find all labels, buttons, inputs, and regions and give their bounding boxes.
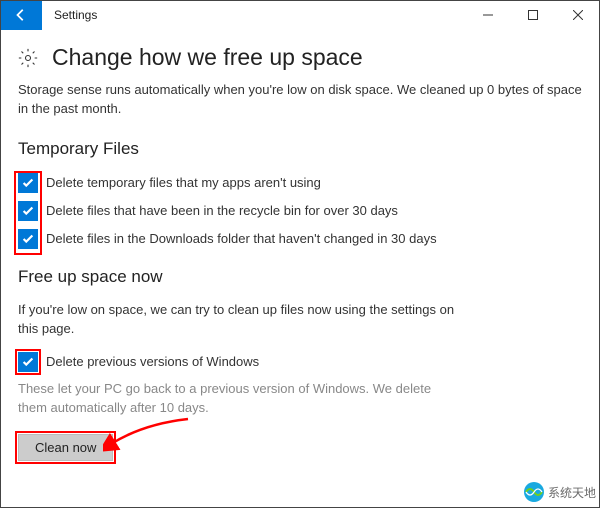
checkbox-downloads-label: Delete files in the Downloads folder tha… bbox=[46, 229, 437, 248]
content-area: Change how we free up space Storage sens… bbox=[0, 30, 600, 461]
watermark: 系统天地 bbox=[522, 480, 596, 504]
checkbox-previous-windows-box[interactable] bbox=[18, 352, 38, 372]
checkbox-recycle-bin: Delete files that have been in the recyc… bbox=[18, 201, 448, 221]
page-header: Change how we free up space bbox=[18, 44, 582, 71]
watermark-text: 系统天地 bbox=[548, 484, 596, 501]
minimize-button[interactable] bbox=[465, 0, 510, 30]
close-button[interactable] bbox=[555, 0, 600, 30]
checkbox-previous-windows-label: Delete previous versions of Windows bbox=[46, 352, 259, 371]
temporary-files-title: Temporary Files bbox=[18, 139, 582, 159]
checkbox-downloads-box[interactable] bbox=[18, 229, 38, 249]
annotation-arrow bbox=[103, 414, 193, 459]
window-title: Settings bbox=[42, 0, 465, 30]
checkbox-recycle-bin-label: Delete files that have been in the recyc… bbox=[46, 201, 398, 220]
checkbox-temp-apps-label: Delete temporary files that my apps aren… bbox=[46, 173, 321, 192]
page-title: Change how we free up space bbox=[52, 44, 363, 71]
checkbox-temp-apps-box[interactable] bbox=[18, 173, 38, 193]
previous-windows-hint: These let your PC go back to a previous … bbox=[18, 380, 458, 418]
back-button[interactable] bbox=[0, 0, 42, 30]
free-up-now-description: If you're low on space, we can try to cl… bbox=[18, 301, 458, 339]
checkbox-downloads: Delete files in the Downloads folder tha… bbox=[18, 229, 448, 249]
gear-icon bbox=[18, 48, 38, 68]
clean-now-button[interactable]: Clean now bbox=[18, 434, 113, 461]
checkbox-recycle-bin-box[interactable] bbox=[18, 201, 38, 221]
maximize-button[interactable] bbox=[510, 0, 555, 30]
temporary-files-section: Delete temporary files that my apps aren… bbox=[18, 173, 582, 249]
titlebar: Settings bbox=[0, 0, 600, 30]
checkbox-temp-apps: Delete temporary files that my apps aren… bbox=[18, 173, 448, 193]
checkbox-previous-windows: Delete previous versions of Windows bbox=[18, 352, 448, 372]
window-controls bbox=[465, 0, 600, 30]
free-up-now-title: Free up space now bbox=[18, 267, 582, 287]
storage-sense-description: Storage sense runs automatically when yo… bbox=[18, 81, 582, 119]
